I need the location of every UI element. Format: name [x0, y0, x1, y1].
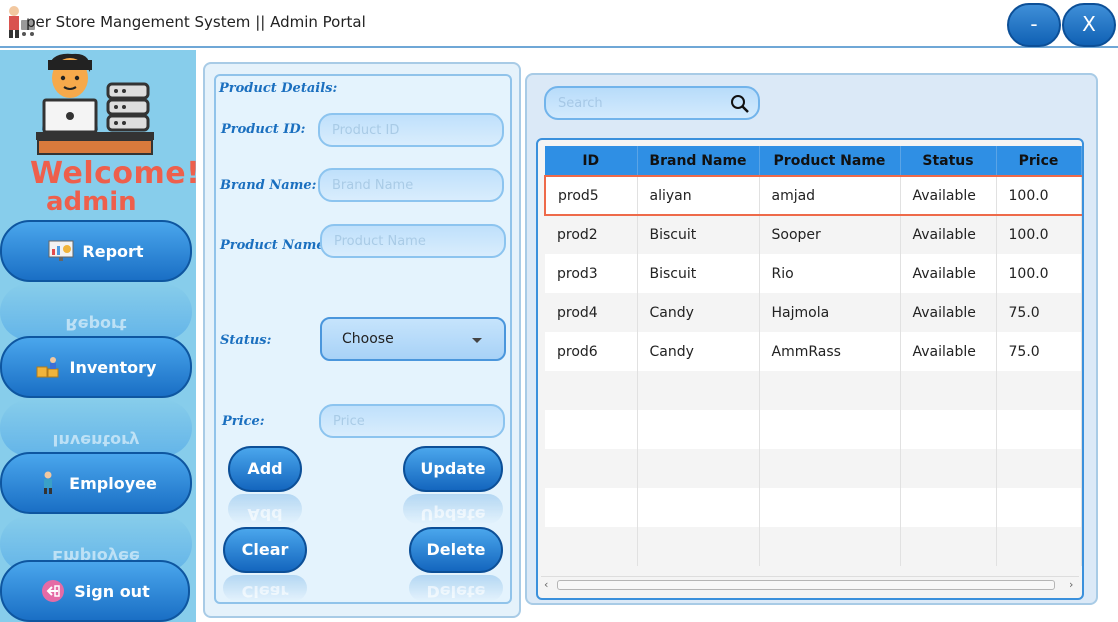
report-label: Report	[82, 241, 144, 261]
cell-status: Available	[900, 332, 997, 371]
table-row-empty	[545, 410, 1082, 449]
report-reflection: Report	[0, 284, 192, 340]
table-row-empty	[545, 449, 1082, 488]
cell-product-name: Rio	[759, 254, 901, 293]
brand-name-label: Brand Name:	[220, 178, 317, 193]
cell-id: prod6	[545, 332, 638, 371]
cell-status: Available	[900, 293, 997, 332]
report-button[interactable]: Report	[0, 220, 192, 282]
cell-id: prod2	[545, 215, 638, 254]
cell-id: prod3	[545, 254, 638, 293]
title-bar: per Store Mangement System || Admin Port…	[0, 0, 1118, 48]
product-details-heading: Product Details:	[219, 81, 338, 96]
cell-id: prod5	[544, 175, 638, 216]
status-dropdown[interactable]: Choose	[320, 317, 506, 361]
cell-price: 100.0	[996, 215, 1082, 254]
table-row-empty	[545, 527, 1082, 566]
add-button[interactable]: Add	[228, 446, 302, 492]
admin-avatar-icon	[36, 53, 154, 155]
table-row[interactable]: prod3 Biscuit Rio Available 100.0	[545, 254, 1082, 293]
column-header-status[interactable]: Status	[900, 146, 997, 176]
cell-status: Available	[900, 175, 997, 216]
cell-product-name: AmmRass	[759, 332, 901, 371]
cell-id: prod4	[545, 293, 638, 332]
delete-button[interactable]: Delete	[409, 527, 503, 573]
update-button[interactable]: Update	[403, 446, 503, 492]
cell-status: Available	[900, 215, 997, 254]
status-label: Status:	[220, 333, 272, 348]
cell-brand-name: Candy	[637, 293, 760, 332]
product-id-input[interactable]	[318, 113, 504, 147]
signout-label: Sign out	[74, 581, 150, 601]
price-label: Price:	[222, 414, 265, 429]
welcome-heading: Welcome!	[30, 156, 196, 191]
cell-price: 75.0	[996, 332, 1082, 371]
employee-icon	[44, 471, 53, 494]
employee-label: Employee	[69, 473, 157, 493]
column-header-price[interactable]: Price	[996, 146, 1082, 176]
inventory-reflection: Inventory	[0, 400, 192, 456]
cell-status: Available	[900, 254, 997, 293]
cell-price: 100.0	[996, 175, 1082, 216]
table-row-empty	[545, 371, 1082, 410]
inventory-label: Inventory	[69, 357, 157, 377]
price-input[interactable]	[319, 404, 505, 438]
column-header-brand-name[interactable]: Brand Name	[637, 146, 760, 176]
window-title: per Store Mangement System || Admin Port…	[26, 13, 366, 31]
horizontal-scrollbar[interactable]: ‹ ›	[541, 576, 1079, 592]
table-header-row: ID Brand Name Product Name Status Price	[545, 146, 1082, 176]
cell-brand-name: Candy	[637, 332, 760, 371]
inventory-button[interactable]: Inventory	[0, 336, 192, 398]
inventory-icon	[36, 357, 58, 378]
cell-price: 100.0	[996, 254, 1082, 293]
admin-username: admin	[46, 187, 137, 217]
column-header-product-name[interactable]: Product Name	[759, 146, 901, 176]
signout-icon	[42, 580, 65, 602]
scrollbar-thumb[interactable]	[557, 580, 1055, 590]
signout-button[interactable]: Sign out	[0, 560, 190, 622]
column-header-id[interactable]: ID	[545, 146, 638, 176]
cell-product-name: amjad	[759, 175, 901, 216]
search-icon[interactable]	[730, 94, 750, 114]
table-row[interactable]: prod6 Candy AmmRass Available 75.0	[545, 332, 1082, 371]
status-selected-value: Choose	[342, 331, 394, 347]
product-table-container: ID Brand Name Product Name Status Price …	[536, 138, 1084, 600]
cell-brand-name: aliyan	[637, 175, 760, 216]
close-button[interactable]: X	[1062, 3, 1116, 47]
add-reflection: Add	[228, 494, 302, 524]
delete-reflection: Delete	[409, 575, 503, 601]
table-row[interactable]: prod2 Biscuit Sooper Available 100.0	[545, 215, 1082, 254]
minimize-button[interactable]: -	[1007, 3, 1061, 47]
brand-name-input[interactable]	[318, 168, 504, 202]
scroll-left-icon[interactable]: ‹	[544, 578, 548, 591]
clear-button[interactable]: Clear	[223, 527, 307, 573]
table-row[interactable]: prod4 Candy Hajmola Available 75.0	[545, 293, 1082, 332]
table-row[interactable]: prod5 aliyan amjad Available 100.0	[544, 175, 1082, 216]
clear-reflection: Clear	[223, 575, 307, 601]
cell-product-name: Sooper	[759, 215, 901, 254]
chevron-down-icon	[472, 338, 482, 343]
product-id-label: Product ID:	[221, 122, 306, 137]
cell-brand-name: Biscuit	[637, 215, 760, 254]
cell-price: 75.0	[996, 293, 1082, 332]
scroll-right-icon[interactable]: ›	[1069, 578, 1073, 591]
sidebar: Welcome! admin Report Report Inventory I…	[0, 50, 196, 622]
product-name-label: Product Name:	[220, 238, 330, 253]
update-reflection: Update	[403, 494, 503, 524]
cell-brand-name: Biscuit	[637, 254, 760, 293]
cell-product-name: Hajmola	[759, 293, 901, 332]
table-row-empty	[545, 488, 1082, 527]
employee-button[interactable]: Employee	[0, 452, 192, 514]
report-chart-icon	[48, 240, 74, 261]
product-name-input[interactable]	[320, 224, 506, 258]
product-table: ID Brand Name Product Name Status Price …	[544, 146, 1082, 566]
search-input[interactable]	[544, 86, 760, 120]
